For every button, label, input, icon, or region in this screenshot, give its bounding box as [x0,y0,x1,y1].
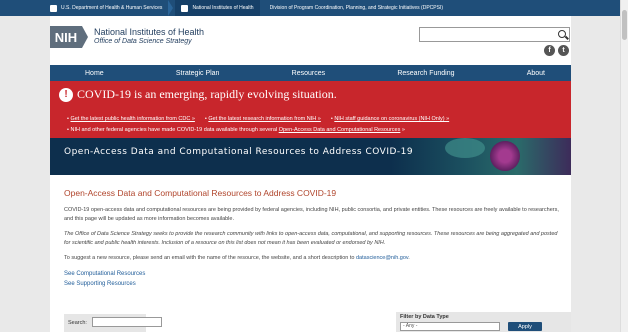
exclamation-icon: ! [59,87,73,102]
nih-logo-mark: NIH [50,26,88,48]
logo-subtitle: Office of Data Science Strategy [94,38,192,45]
nih-staff-link[interactable]: NIH staff guidance on coronavirus (NIH O… [334,116,449,122]
search-input[interactable] [92,317,162,327]
twitter-icon[interactable]: t [558,45,569,56]
banner-virus-shape [490,141,520,171]
alert-line2-text: NIH and other federal agencies have made… [70,127,279,133]
nav-about[interactable]: About [527,70,545,77]
page-container: NIH National Institutes of Health Office… [50,16,571,332]
page-banner: Open-Access Data and Computational Resou… [50,138,571,175]
hhs-icon [50,4,57,12]
type-filter: Filter by Data Type - Any - Apply [396,312,571,332]
scrollbar[interactable] [620,0,628,332]
hhs-link[interactable]: U.S. Department of Health & Human Servic… [0,0,168,16]
type-filter-label: Filter by Data Type [400,314,449,320]
main-nav: Home Strategic Plan Resources Research F… [50,65,571,81]
open-access-link[interactable]: Open-Access Data and Computational Resou… [279,127,401,133]
logo-title: National Institutes of Health [94,27,205,37]
type-select[interactable]: - Any - [400,322,500,331]
suggest-suffix: . [408,255,410,261]
scrollbar-thumb[interactable] [622,10,627,40]
disclaimer-paragraph: The Office of Data Science Strategy seek… [64,231,558,246]
main-content: Open-Access Data and Computational Resou… [64,188,559,289]
computational-resources-link[interactable]: See Computational Resources [64,269,559,279]
nih-logo[interactable]: NIH National Institutes of Health Office… [50,26,204,48]
nih-icon [181,4,189,12]
intro-paragraph: COVID-19 open-access data and computatio… [64,207,559,222]
cdc-link[interactable]: Get the latest public health information… [70,116,194,122]
division-label: Division of Program Coordination, Planni… [269,5,444,11]
covid-alert: ! COVID-19 is an emerging, rapidly evolv… [50,81,571,138]
site-header: NIH National Institutes of Health Office… [50,16,571,65]
nav-research-funding[interactable]: Research Funding [397,70,454,77]
alert-line2-suffix: » [400,127,405,133]
apply-button[interactable]: Apply [508,322,542,331]
nav-resources[interactable]: Resources [292,70,325,77]
alert-title: COVID-19 is an emerging, rapidly evolvin… [77,87,337,101]
hhs-label: U.S. Department of Health & Human Servic… [61,5,163,11]
chevron-icon [168,0,174,16]
site-search-input[interactable] [419,27,570,42]
banner-virus-shape [445,138,485,158]
supporting-resources-link[interactable]: See Supporting Resources [64,279,559,289]
nih-link[interactable]: National Institutes of Health [175,0,260,16]
division-link[interactable]: Division of Program Coordination, Planni… [260,0,449,16]
nav-home[interactable]: Home [85,70,104,77]
filter-bar: Search: Filter by Data Type - Any - Appl… [64,312,571,332]
page-title: Open-Access Data and Computational Resou… [64,188,337,198]
nih-research-link[interactable]: Get the latest research information from… [208,116,321,122]
suggest-paragraph: To suggest a new resource, please send a… [64,254,559,263]
nav-strategic-plan[interactable]: Strategic Plan [176,70,220,77]
email-link[interactable]: datascience@nih.gov [356,255,408,261]
banner-title: Open-Access Data and Computational Resou… [64,147,414,157]
gov-bar: U.S. Department of Health & Human Servic… [0,0,628,16]
search-label: Search: [68,320,87,326]
social-links: f t [544,45,569,56]
facebook-icon[interactable]: f [544,45,555,56]
search-icon[interactable] [558,30,566,38]
nih-label: National Institutes of Health [192,5,254,11]
search-filter: Search: [64,314,162,332]
suggest-text: To suggest a new resource, please send a… [64,255,356,261]
